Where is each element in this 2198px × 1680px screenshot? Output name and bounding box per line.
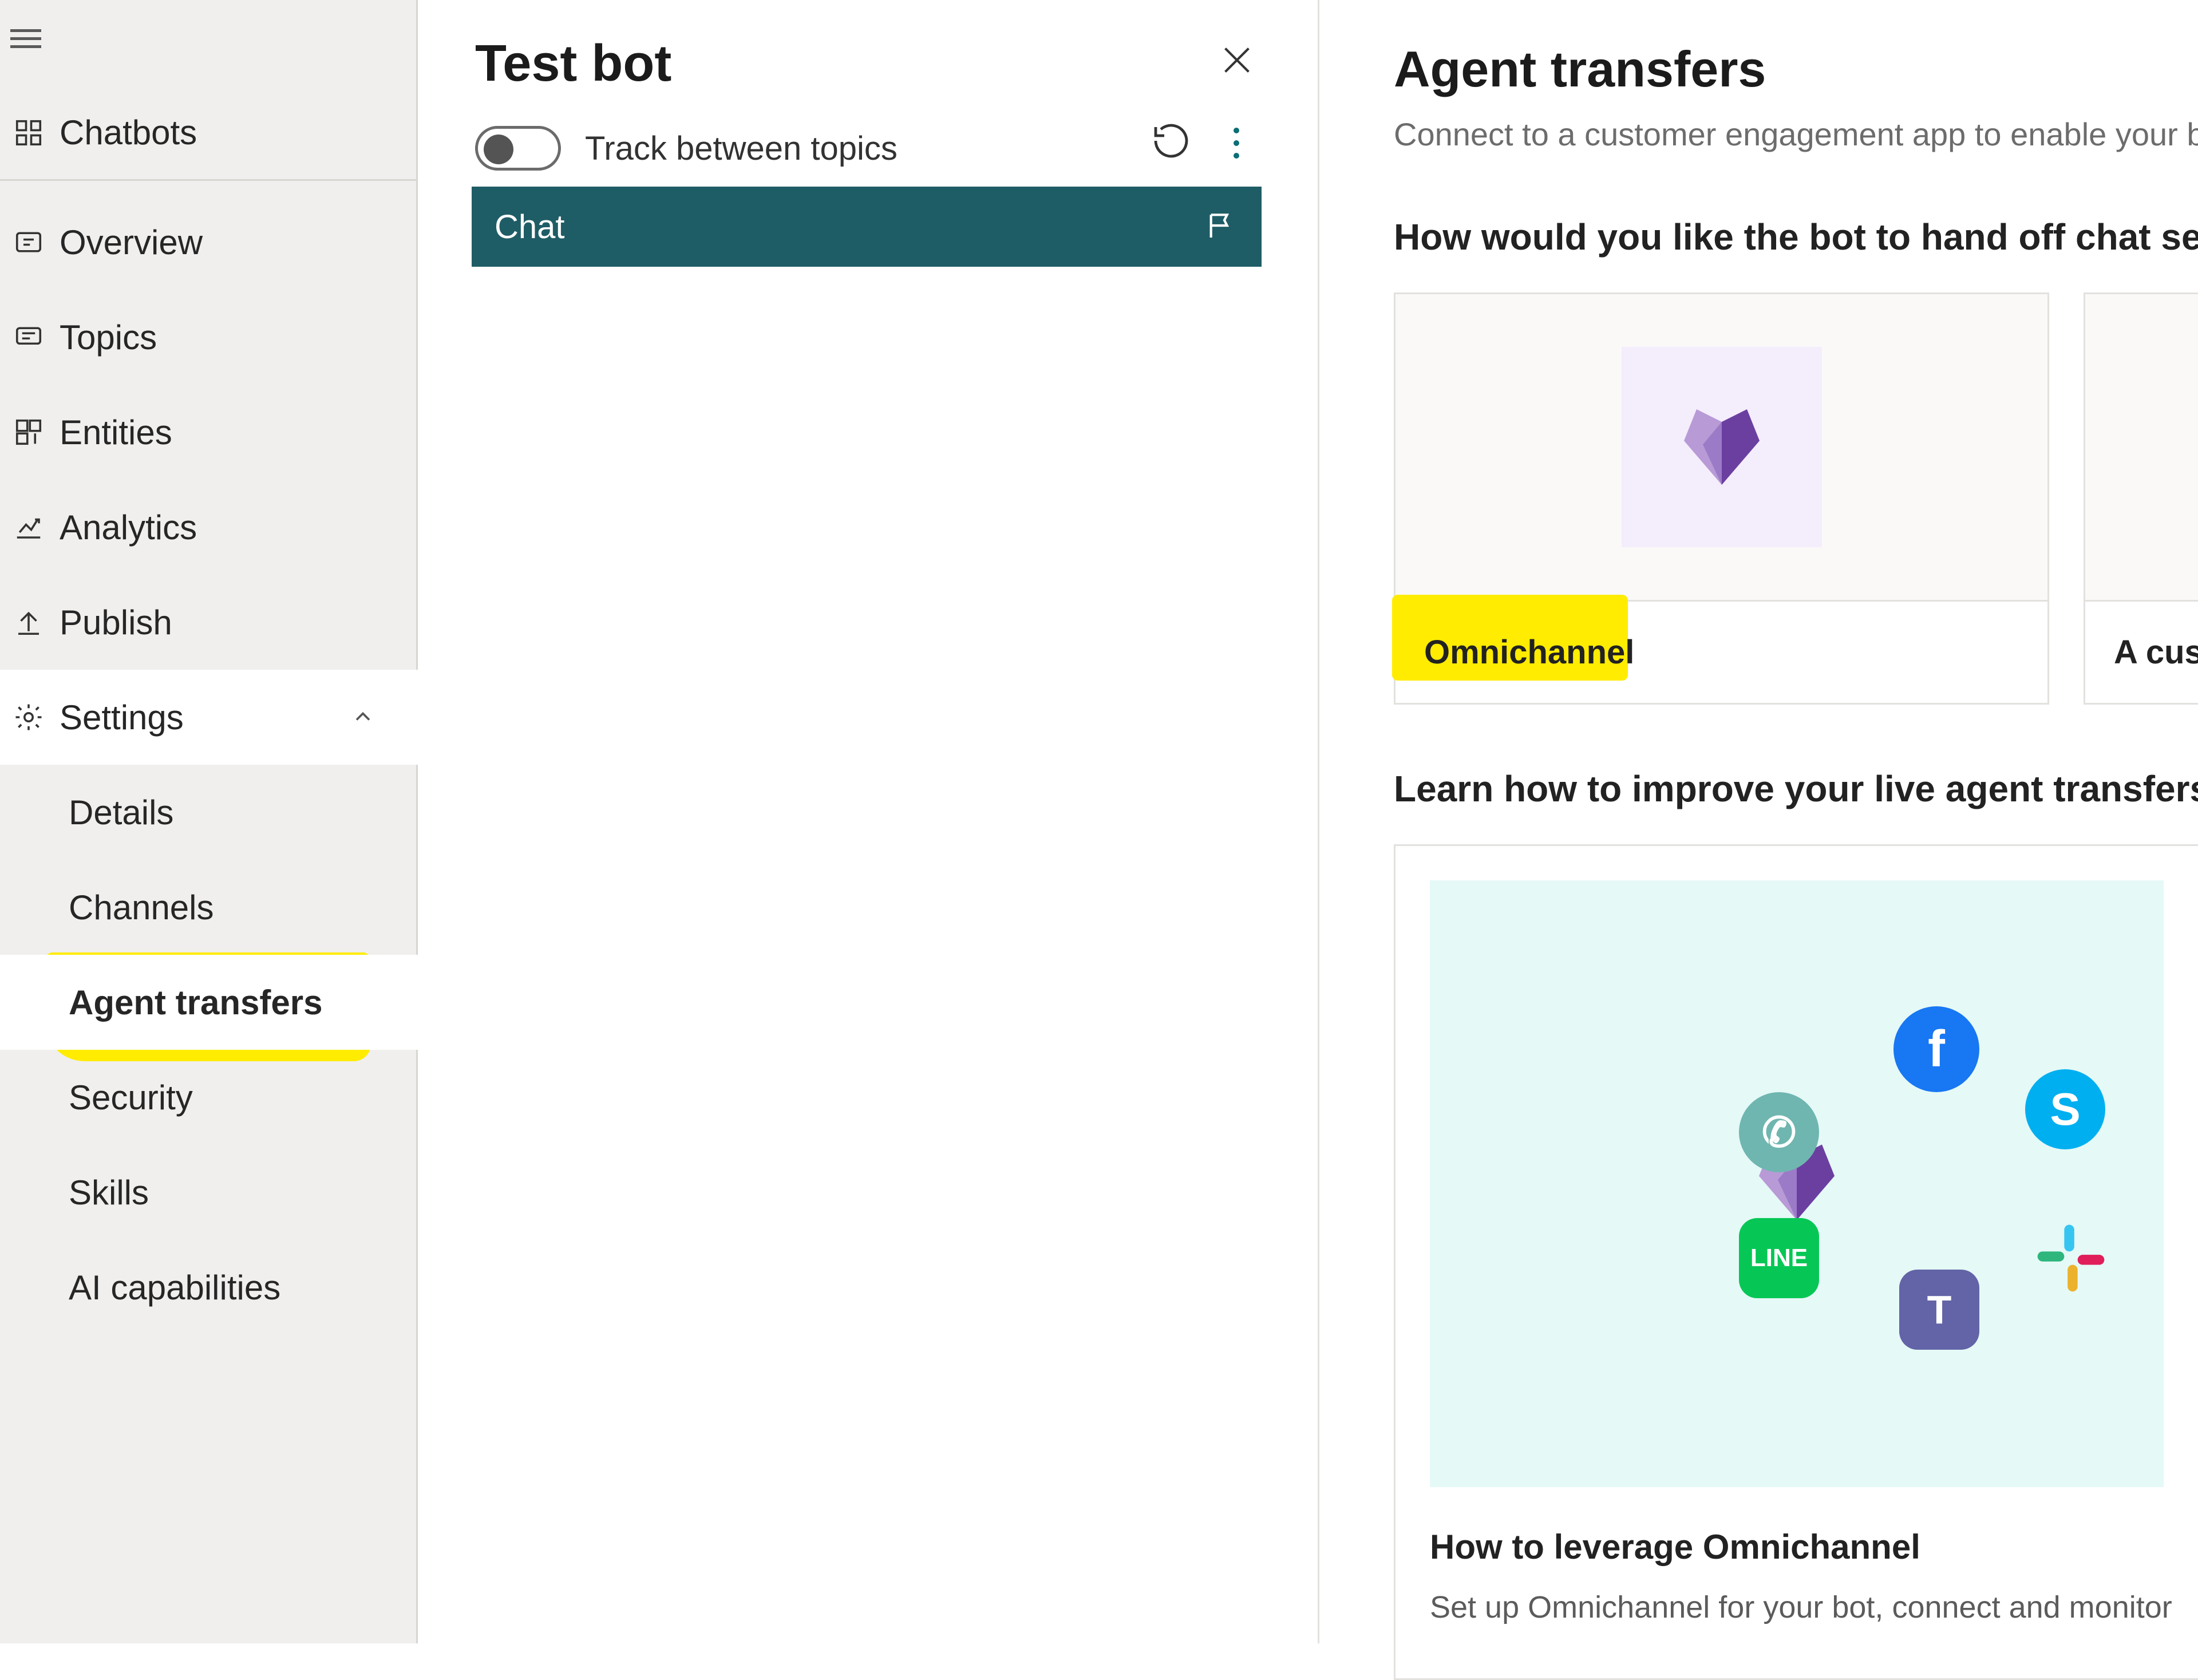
sidebar-sub-security[interactable]: Security — [0, 1050, 418, 1145]
learn-card-title: How to leverage Omnichannel — [1430, 1527, 2164, 1567]
card-footer: Omnichannel — [1396, 600, 2047, 703]
learn-card[interactable]: f S ✆ LINE T How to leverage Omnichannel… — [1394, 844, 2198, 1680]
handoff-card-row: Omnichannel A cus — [1394, 292, 2198, 705]
more-menu-button[interactable] — [1219, 120, 1254, 166]
analytics-icon — [6, 512, 52, 543]
omnichannel-card[interactable]: Omnichannel — [1394, 292, 2049, 705]
sidebar-item-overview[interactable]: Overview — [0, 195, 418, 290]
sidebar-chatbots[interactable]: Chatbots — [0, 86, 418, 181]
sidebar-chatbots-label: Chatbots — [60, 113, 197, 152]
publish-icon — [6, 607, 52, 638]
card-image — [1396, 294, 2047, 600]
sidebar-sub-agent-transfers[interactable]: Agent transfers — [0, 955, 418, 1050]
sidebar-item-label: Topics — [60, 318, 157, 357]
handoff-heading: How would you like the bot to hand off c… — [1394, 216, 2198, 258]
teams-icon: T — [1899, 1270, 1979, 1350]
entities-icon — [6, 417, 52, 448]
sidebar-sub-label: Skills — [69, 1173, 149, 1212]
close-button[interactable] — [1211, 34, 1263, 86]
facebook-icon: f — [1893, 1006, 1979, 1092]
card-footer: A cus — [2085, 600, 2198, 703]
sidebar-sub-label: AI capabilities — [69, 1268, 280, 1307]
skype-icon: S — [2025, 1069, 2105, 1149]
track-between-topics-row: Track between topics — [475, 117, 898, 180]
learn-card-illustration: f S ✆ LINE T — [1430, 880, 2164, 1487]
sidebar: Chatbots Overview Topics Entities — [0, 0, 418, 1643]
flag-icon[interactable] — [1204, 209, 1239, 244]
track-toggle-label: Track between topics — [585, 129, 898, 168]
overview-icon — [6, 227, 52, 258]
sidebar-item-analytics[interactable]: Analytics — [0, 480, 418, 575]
sidebar-sub-label: Agent transfers — [69, 983, 322, 1022]
gear-icon — [6, 702, 52, 733]
sidebar-item-label: Overview — [60, 223, 203, 262]
testbot-title: Test bot — [475, 34, 671, 93]
sidebar-item-entities[interactable]: Entities — [0, 385, 418, 480]
sidebar-item-topics[interactable]: Topics — [0, 290, 418, 385]
reload-button[interactable] — [1151, 120, 1196, 166]
sidebar-item-label: Settings — [60, 698, 184, 737]
phone-icon: ✆ — [1739, 1092, 1819, 1172]
card-label: Omnichannel — [1424, 633, 1634, 671]
slack-icon — [2031, 1218, 2111, 1298]
line-icon: LINE — [1739, 1218, 1819, 1298]
sidebar-item-publish[interactable]: Publish — [0, 575, 418, 670]
chat-header-label: Chat — [495, 208, 565, 246]
grid-icon — [6, 117, 52, 148]
sidebar-item-settings[interactable]: Settings — [0, 670, 418, 765]
sidebar-item-label: Publish — [60, 603, 172, 642]
sidebar-item-label: Analytics — [60, 508, 197, 547]
chat-header: Chat — [472, 187, 1262, 267]
learn-card-desc: Set up Omnichannel for your bot, connect… — [1430, 1590, 2164, 1625]
testbot-panel: Test bot Track between topics Chat — [418, 0, 1319, 1643]
customer-service-heart-logo — [1622, 347, 1822, 547]
hamburger-icon[interactable] — [10, 24, 41, 53]
page-title: Agent transfers — [1394, 40, 2198, 98]
sidebar-sub-skills[interactable]: Skills — [0, 1145, 418, 1240]
learn-heading: Learn how to improve your live agent tra… — [1394, 768, 2198, 810]
content-panel: Agent transfers Connect to a customer en… — [1319, 0, 2198, 1643]
sidebar-item-label: Entities — [60, 413, 172, 452]
topics-icon — [6, 322, 52, 353]
sidebar-sub-label: Channels — [69, 888, 214, 927]
sidebar-sub-details[interactable]: Details — [0, 765, 418, 860]
sidebar-sub-label: Details — [69, 793, 173, 832]
sidebar-sub-ai-capabilities[interactable]: AI capabilities — [0, 1240, 418, 1335]
sidebar-sub-label: Security — [69, 1078, 193, 1117]
track-toggle[interactable] — [475, 126, 561, 171]
page-subtitle: Connect to a customer engagement app to … — [1394, 116, 2198, 153]
sidebar-sub-channels[interactable]: Channels — [0, 860, 418, 955]
chevron-up-icon — [350, 698, 375, 737]
custom-card[interactable]: A cus — [2084, 292, 2198, 705]
card-label: A cus — [2114, 633, 2198, 671]
